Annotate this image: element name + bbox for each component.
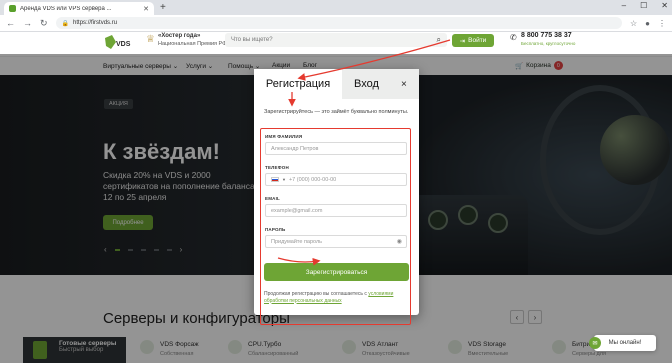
login-button[interactable]: ⇥ Войти — [452, 34, 494, 47]
award-badge: ♕ «Хостер года» Национальная Премия РФ — [146, 32, 226, 50]
login-icon: ⇥ — [459, 37, 466, 45]
url-text: https://firstvds.ru — [73, 20, 118, 26]
browser-menu-icon[interactable]: ⋮ — [658, 19, 666, 28]
phone-icon: ✆ — [510, 33, 517, 42]
window-close-icon[interactable]: ✕ — [661, 1, 668, 10]
close-icon[interactable]: × — [401, 79, 407, 90]
lock-icon: 🔒 — [61, 20, 70, 27]
award-title: «Хостер года» — [158, 33, 201, 39]
eye-icon[interactable]: ◉ — [397, 238, 402, 245]
register-hint: Зарегистрируйтесь — это займёт буквально… — [264, 109, 409, 115]
chat-icon: ✉ — [589, 337, 601, 349]
new-tab-icon[interactable]: + — [160, 2, 166, 13]
tab-close-icon[interactable]: ✕ — [143, 5, 149, 13]
award-subtitle: Национальная Премия РФ — [158, 41, 227, 47]
browser-tab[interactable]: Аренда VDS или VPS сервера ... ✕ — [4, 2, 154, 15]
email-placeholder: example@gmail.com — [271, 207, 323, 214]
name-placeholder: Александр Петров — [271, 145, 319, 152]
registration-modal: Регистрация Вход × Зарегистрируйтесь — э… — [254, 69, 419, 325]
phone-label: ТЕЛЕФОН — [265, 165, 289, 170]
bookmark-star-icon[interactable]: ☆ — [630, 19, 637, 28]
search-placeholder: Что вы ищете? — [231, 37, 273, 43]
password-label: ПАРОЛЬ — [265, 227, 286, 232]
chevron-down-icon[interactable]: ▼ — [282, 177, 286, 182]
logo-text: VDS — [116, 41, 131, 48]
phone-placeholder: +7 (000) 000-00-00 — [288, 176, 337, 183]
window-controls: – ☐ ✕ — [622, 1, 668, 10]
url-field[interactable]: 🔒 https://firstvds.ru — [55, 17, 622, 29]
trophy-icon: ♕ — [146, 34, 155, 45]
legal-text: Продолжая регистрацию вы соглашаетесь с — [264, 291, 367, 297]
name-label: ИМЯ ФАМИЛИЯ — [265, 134, 303, 139]
address-bar: ← → ↻ 🔒 https://firstvds.ru ☆ ● ⋮ — [0, 15, 672, 32]
phone-block[interactable]: ✆ 8 800 775 38 37 Бесплатно, круглосуточ… — [510, 31, 575, 49]
login-label: Войти — [468, 37, 487, 44]
search-icon[interactable]: ⌕ — [437, 35, 441, 45]
name-field[interactable]: Александр Петров — [265, 142, 407, 155]
reload-icon[interactable]: ↻ — [40, 18, 48, 29]
legal-notice: Продолжая регистрацию вы соглашаетесь с … — [264, 291, 409, 304]
search-input[interactable]: Что вы ищете? ⌕ — [225, 33, 447, 47]
russia-flag-icon[interactable] — [271, 177, 279, 182]
favicon-icon — [9, 5, 16, 12]
profile-icon[interactable]: ● — [645, 19, 650, 28]
tab-register[interactable]: Регистрация — [254, 69, 342, 99]
tab-title: Аренда VDS или VPS сервера ... — [20, 5, 112, 12]
chat-label: Мы онлайн! — [608, 340, 642, 346]
maximize-icon[interactable]: ☐ — [640, 1, 647, 10]
back-icon[interactable]: ← — [6, 18, 15, 28]
site-logo[interactable]: VDS — [103, 34, 131, 50]
email-label: EMAIL — [265, 196, 280, 201]
password-field[interactable]: Придумайте пароль ◉ — [265, 235, 407, 248]
phone-number: 8 800 775 38 37 — [521, 32, 572, 39]
chat-widget[interactable]: ✉ Мы онлайн! — [589, 335, 656, 351]
forward-icon[interactable]: → — [23, 18, 32, 28]
password-placeholder: Придумайте пароль — [271, 238, 323, 245]
logo-icon: VDS — [105, 35, 131, 49]
register-button[interactable]: Зарегистрироваться — [264, 263, 409, 281]
phone-field[interactable]: ▼ +7 (000) 000-00-00 — [265, 173, 407, 186]
phone-subtitle: Бесплатно, круглосуточно — [521, 41, 576, 46]
minimize-icon[interactable]: – — [622, 1, 626, 10]
tab-login[interactable]: Вход — [342, 69, 419, 99]
modal-tabs: Регистрация Вход × — [254, 69, 419, 99]
email-field[interactable]: example@gmail.com — [265, 204, 407, 217]
browser-tabbar: Аренда VDS или VPS сервера ... ✕ + – ☐ ✕ — [0, 0, 672, 15]
